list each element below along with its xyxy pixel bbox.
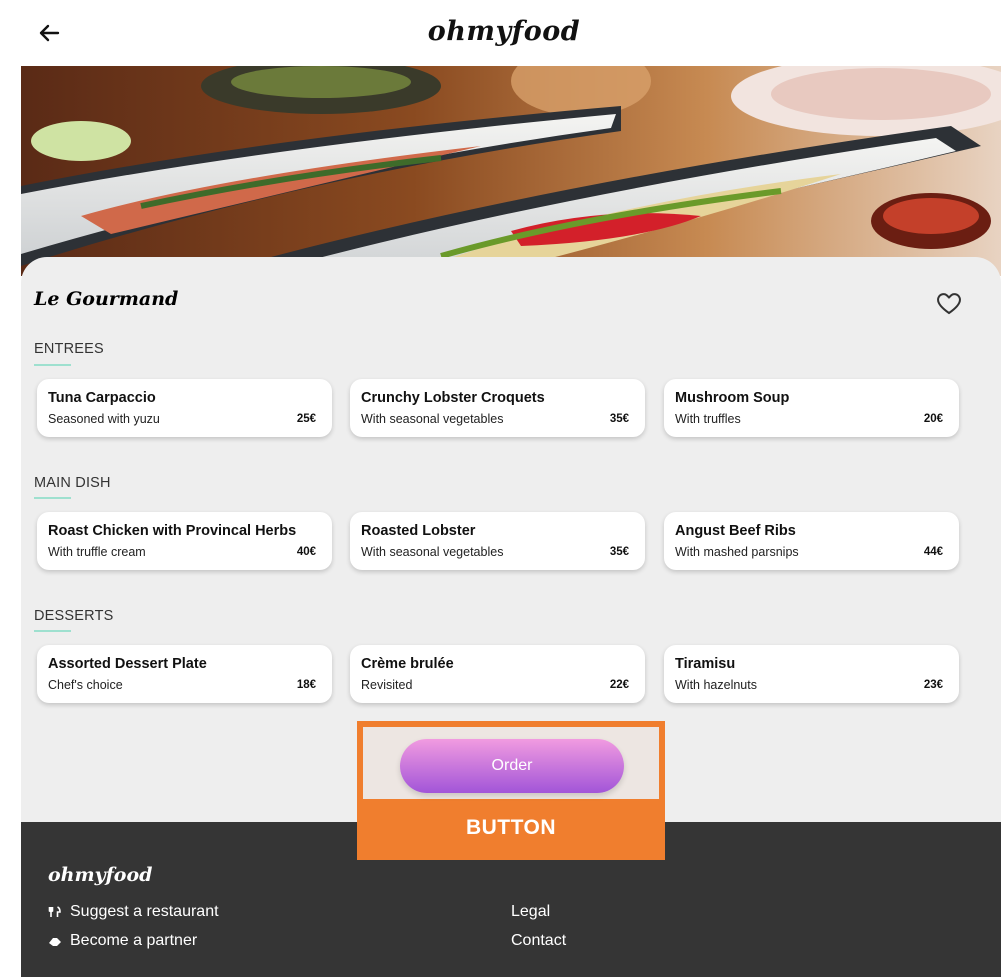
dish-description: With truffles [675, 412, 741, 426]
dish-name: Crunchy Lobster Croquets [361, 390, 545, 406]
annotation-label: BUTTON [465, 816, 557, 839]
dish-card[interactable]: Roasted Lobster With seasonal vegetables… [350, 512, 645, 570]
contact-link[interactable]: Contact [511, 932, 566, 950]
dish-name: Roasted Lobster [361, 523, 476, 539]
dish-card[interactable]: Assorted Dessert Plate Chef's choice 18€ [37, 645, 332, 703]
section-title-desserts: DESSERTS [34, 608, 114, 624]
dish-name: Assorted Dessert Plate [48, 656, 207, 672]
section-title-entrees: ENTREES [34, 341, 104, 357]
dish-price: 23€ [923, 679, 943, 691]
dish-name: Roast Chicken with Provincal Herbs [48, 523, 297, 539]
footer-brand-logo[interactable]: ohmyfood [48, 864, 152, 886]
section-underline [34, 364, 71, 366]
dish-price: 35€ [609, 546, 629, 558]
dish-description: With seasonal vegetables [361, 412, 504, 426]
dish-description: With mashed parsnips [675, 545, 799, 559]
dish-card[interactable]: Crème brulée Revisited 22€ [350, 645, 645, 703]
dish-description: With seasonal vegetables [361, 545, 504, 559]
section-underline [34, 630, 71, 632]
app-header: ohmyfood [0, 0, 1008, 66]
utensils-icon [48, 906, 61, 917]
suggest-restaurant-link[interactable]: Suggest a restaurant [70, 903, 219, 921]
dish-price: 40€ [296, 546, 316, 558]
brand-logo[interactable]: ohmyfood [0, 16, 1008, 47]
dish-name: Mushroom Soup [675, 390, 790, 406]
favorite-button[interactable] [935, 290, 963, 316]
handshake-icon [49, 938, 61, 946]
order-button-container: Order [363, 727, 659, 799]
dish-name: Crème brulée [361, 656, 454, 672]
dish-name: Tuna Carpaccio [48, 390, 156, 406]
become-partner-link[interactable]: Become a partner [70, 932, 197, 950]
dish-name: Angust Beef Ribs [675, 523, 796, 539]
dish-price: 22€ [609, 679, 629, 691]
dish-description: With truffle cream [48, 545, 146, 559]
section-title-main-dish: MAIN DISH [34, 475, 111, 491]
dish-card[interactable]: Angust Beef Ribs With mashed parsnips 44… [664, 512, 959, 570]
dish-name: Tiramisu [675, 656, 736, 672]
dish-price: 18€ [296, 679, 316, 691]
dish-price: 20€ [923, 413, 943, 425]
dish-card[interactable]: Crunchy Lobster Croquets With seasonal v… [350, 379, 645, 437]
restaurant-hero-image [21, 66, 1001, 276]
dish-description: Seasoned with yuzu [48, 412, 160, 426]
heart-outline-icon [937, 293, 961, 315]
dish-description: Revisited [361, 678, 413, 692]
dish-card[interactable]: Tiramisu With hazelnuts 23€ [664, 645, 959, 703]
order-button[interactable]: Order [400, 739, 624, 793]
dish-price: 25€ [296, 413, 316, 425]
restaurant-name: Le Gourmand [34, 288, 179, 310]
dish-price: 35€ [609, 413, 629, 425]
dish-description: With hazelnuts [675, 678, 757, 692]
button-annotation-frame: Order BUTTON [357, 721, 665, 860]
dish-price: 44€ [923, 546, 943, 558]
legal-link[interactable]: Legal [511, 903, 550, 921]
dish-card[interactable]: Roast Chicken with Provincal Herbs With … [37, 512, 332, 570]
dish-card[interactable]: Tuna Carpaccio Seasoned with yuzu 25€ [37, 379, 332, 437]
section-underline [34, 497, 71, 499]
dish-description: Chef's choice [48, 678, 123, 692]
dish-card[interactable]: Mushroom Soup With truffles 20€ [664, 379, 959, 437]
